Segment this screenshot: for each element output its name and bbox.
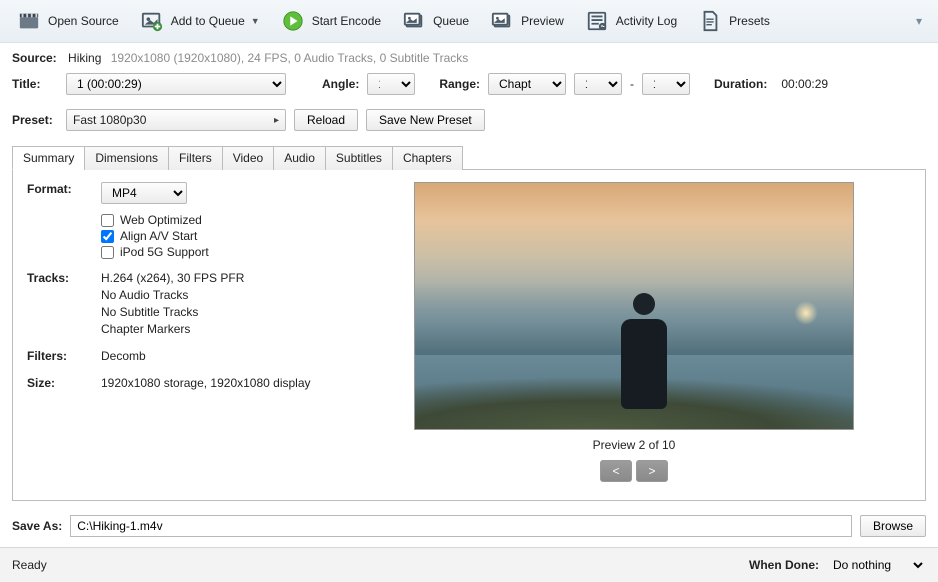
title-row: Title: 1 (00:00:29) Angle: 1 Range: Chap… bbox=[0, 69, 938, 99]
track-line: Chapter Markers bbox=[101, 322, 327, 336]
ipod-label: iPod 5G Support bbox=[120, 245, 209, 259]
range-type-select[interactable]: Chapters bbox=[488, 73, 566, 95]
tab-filters[interactable]: Filters bbox=[168, 146, 223, 170]
source-label: Source: bbox=[12, 51, 57, 65]
ipod-checkbox[interactable] bbox=[101, 246, 114, 259]
tracks-label: Tracks: bbox=[27, 271, 101, 339]
summary-panel: Format: MP4 Web Optimized Align A/V Star… bbox=[12, 170, 926, 501]
align-av-label: Align A/V Start bbox=[120, 229, 197, 243]
web-optimized-label: Web Optimized bbox=[120, 213, 202, 227]
title-select[interactable]: 1 (00:00:29) bbox=[66, 73, 286, 95]
tab-subtitles[interactable]: Subtitles bbox=[325, 146, 393, 170]
browse-button[interactable]: Browse bbox=[860, 515, 926, 537]
size-label: Size: bbox=[27, 376, 101, 393]
preview-next-button[interactable]: > bbox=[636, 460, 668, 482]
preset-select[interactable]: Fast 1080p30 ▸ bbox=[66, 109, 286, 131]
chapter-to-select[interactable]: 1 bbox=[642, 73, 690, 95]
preview-prev-button[interactable]: < bbox=[600, 460, 632, 482]
angle-label: Angle: bbox=[322, 77, 359, 91]
web-optimized-checkbox[interactable] bbox=[101, 214, 114, 227]
chapter-from-select[interactable]: 1 bbox=[574, 73, 622, 95]
add-to-queue-label: Add to Queue bbox=[171, 14, 245, 28]
track-line: No Subtitle Tracks bbox=[101, 305, 327, 319]
tab-dimensions[interactable]: Dimensions bbox=[84, 146, 169, 170]
size-value: 1920x1080 storage, 1920x1080 display bbox=[101, 376, 327, 390]
clapper-icon bbox=[18, 10, 40, 32]
ipod-check[interactable]: iPod 5G Support bbox=[101, 245, 327, 259]
picture-add-icon bbox=[141, 10, 163, 32]
duration-value: 00:00:29 bbox=[781, 77, 828, 91]
title-label: Title: bbox=[12, 77, 58, 91]
reload-button[interactable]: Reload bbox=[294, 109, 358, 131]
activity-log-label: Activity Log bbox=[616, 14, 677, 28]
status-bar: Ready When Done: Do nothing bbox=[0, 547, 938, 582]
track-line: No Audio Tracks bbox=[101, 288, 327, 302]
format-label: Format: bbox=[27, 182, 101, 261]
tab-audio[interactable]: Audio bbox=[273, 146, 326, 170]
range-label: Range: bbox=[439, 77, 480, 91]
duration-label: Duration: bbox=[714, 77, 767, 91]
when-done-select[interactable]: Do nothing bbox=[823, 554, 926, 576]
range-dash: - bbox=[630, 77, 634, 91]
align-av-check[interactable]: Align A/V Start bbox=[101, 229, 327, 243]
tab-chapters[interactable]: Chapters bbox=[392, 146, 463, 170]
start-encode-label: Start Encode bbox=[312, 14, 381, 28]
tab-summary[interactable]: Summary bbox=[12, 146, 85, 170]
open-source-button[interactable]: Open Source bbox=[8, 6, 129, 36]
document-icon bbox=[699, 10, 721, 32]
activity-log-button[interactable]: Activity Log bbox=[576, 6, 687, 36]
queue-button[interactable]: Queue bbox=[393, 6, 479, 36]
queue-label: Queue bbox=[433, 14, 469, 28]
save-new-preset-button[interactable]: Save New Preset bbox=[366, 109, 485, 131]
filters-label: Filters: bbox=[27, 349, 101, 366]
play-icon bbox=[282, 10, 304, 32]
preview-caption: Preview 2 of 10 bbox=[593, 438, 676, 452]
start-encode-button[interactable]: Start Encode bbox=[272, 6, 391, 36]
source-name: Hiking bbox=[68, 51, 101, 65]
preview-icon bbox=[491, 10, 513, 32]
track-line: H.264 (x264), 30 FPS PFR bbox=[101, 271, 327, 285]
presets-label: Presets bbox=[729, 14, 770, 28]
format-select[interactable]: MP4 bbox=[101, 182, 187, 204]
log-icon bbox=[586, 10, 608, 32]
tab-bar: Summary Dimensions Filters Video Audio S… bbox=[12, 145, 926, 170]
toolbar-overflow-icon[interactable]: ▾ bbox=[912, 14, 926, 28]
angle-select[interactable]: 1 bbox=[367, 73, 415, 95]
preview-label: Preview bbox=[521, 14, 564, 28]
picture-stack-icon bbox=[403, 10, 425, 32]
status-text: Ready bbox=[12, 558, 47, 572]
add-to-queue-button[interactable]: Add to Queue ▼ bbox=[131, 6, 270, 36]
align-av-checkbox[interactable] bbox=[101, 230, 114, 243]
tab-video[interactable]: Video bbox=[222, 146, 274, 170]
preview-button[interactable]: Preview bbox=[481, 6, 574, 36]
save-as-input[interactable] bbox=[70, 515, 852, 537]
source-info: Source: Hiking 1920x1080 (1920x1080), 24… bbox=[0, 43, 938, 69]
preset-value: Fast 1080p30 bbox=[73, 113, 146, 127]
when-done-label: When Done: bbox=[749, 558, 819, 572]
presets-button[interactable]: Presets bbox=[689, 6, 780, 36]
web-optimized-check[interactable]: Web Optimized bbox=[101, 213, 327, 227]
preset-label: Preset: bbox=[12, 113, 58, 127]
preview-image bbox=[414, 182, 854, 430]
chevron-right-icon: ▸ bbox=[274, 115, 279, 126]
open-source-label: Open Source bbox=[48, 14, 119, 28]
main-toolbar: Open Source Add to Queue ▼ Start Encode … bbox=[0, 0, 938, 43]
add-to-queue-caret-icon: ▼ bbox=[251, 16, 260, 26]
filters-value: Decomb bbox=[101, 349, 327, 363]
preset-row: Preset: Fast 1080p30 ▸ Reload Save New P… bbox=[0, 105, 938, 135]
save-as-label: Save As: bbox=[12, 519, 62, 533]
source-details: 1920x1080 (1920x1080), 24 FPS, 0 Audio T… bbox=[111, 51, 469, 65]
save-as-row: Save As: Browse bbox=[0, 501, 938, 547]
